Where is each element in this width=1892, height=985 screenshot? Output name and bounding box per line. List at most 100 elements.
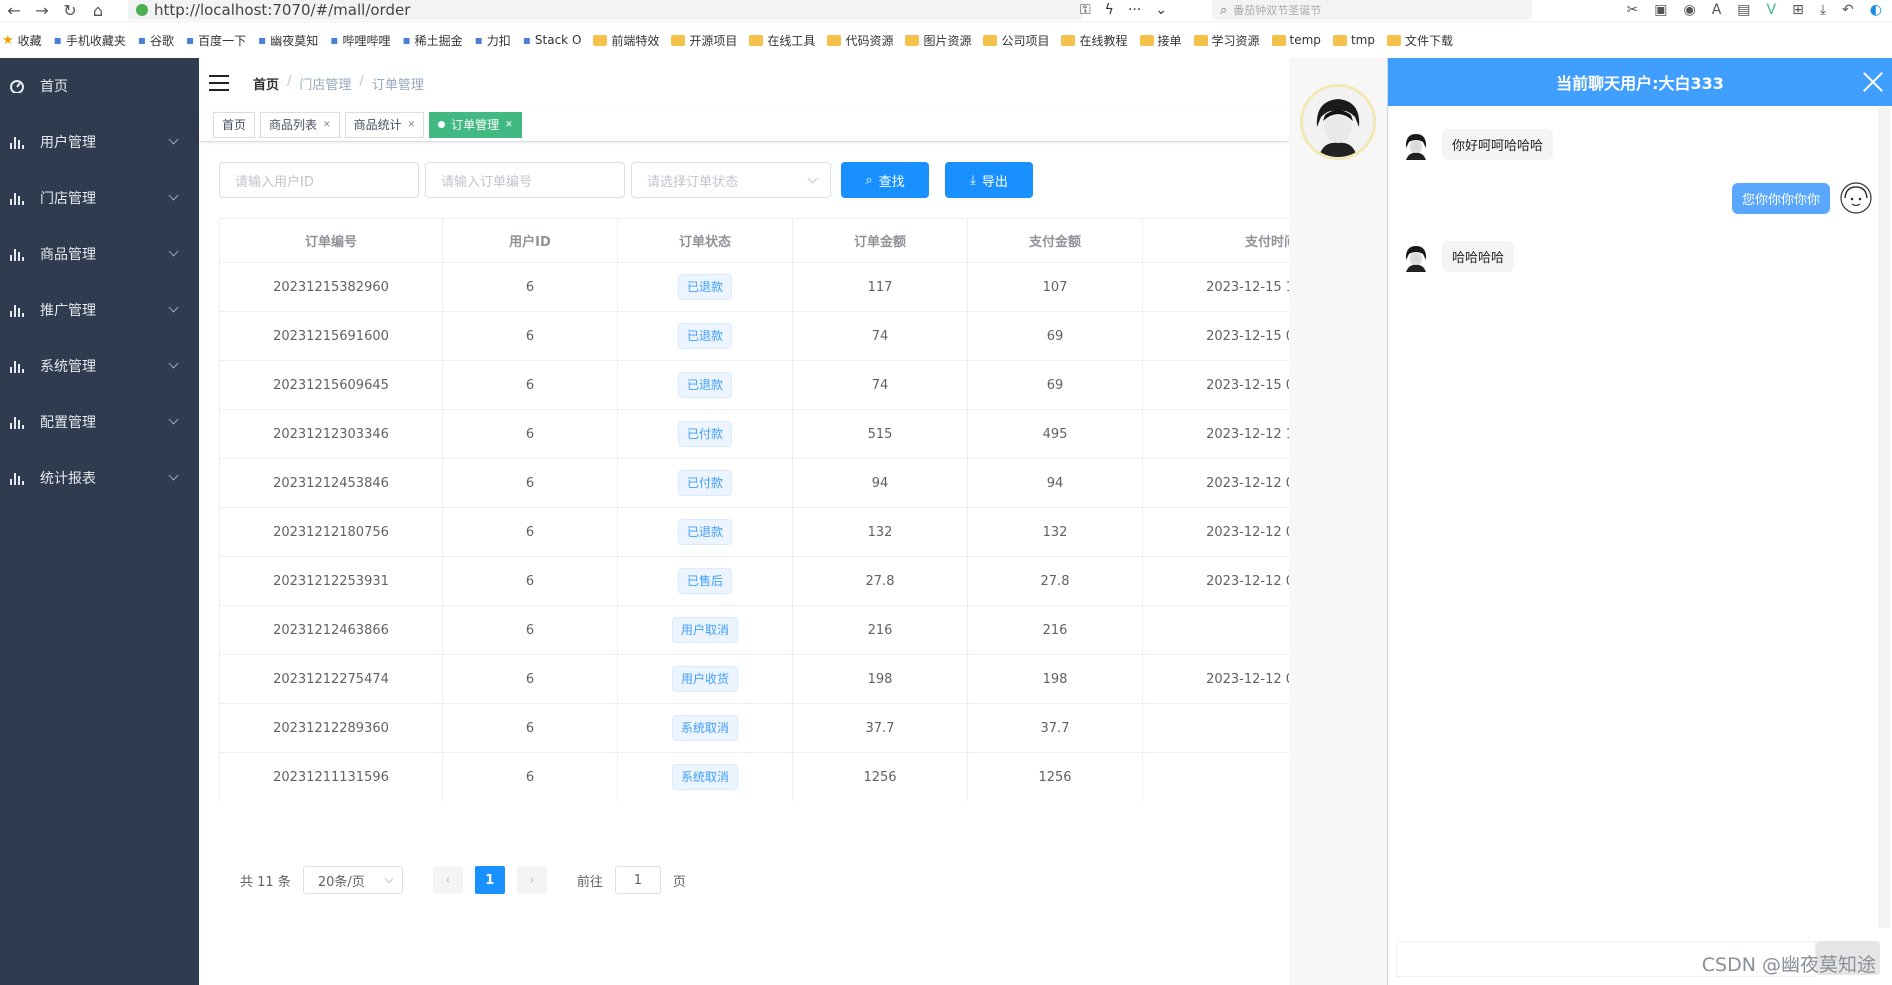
chevron-down-icon <box>168 358 179 369</box>
bookmark-item[interactable]: tmp <box>1332 33 1375 47</box>
order-table: 订单编号用户ID订单状态订单金额支付金额支付时间 202312153829606… <box>219 218 1289 801</box>
sidebar-item[interactable]: 商品管理 <box>0 226 199 282</box>
sidebar-item[interactable]: 配置管理 <box>0 394 199 450</box>
search-button-label: 查找 <box>878 174 905 190</box>
chevron-down-icon[interactable]: ⌄ <box>1155 2 1167 18</box>
table-cell: 系统取消 <box>617 703 793 753</box>
close-icon[interactable] <box>1862 71 1884 93</box>
folder-icon <box>1139 34 1154 46</box>
export-button[interactable]: ⤓ 导出 <box>945 162 1033 198</box>
table-row: 20231212289360 6 系统取消 37.7 37.7 <box>219 703 1289 753</box>
tag-item[interactable]: 商品列表 ✕ <box>260 111 340 138</box>
bookmark-item[interactable]: ▪ 幽夜莫知 <box>258 32 318 49</box>
goto-label: 前往 <box>576 874 603 890</box>
tag-item[interactable]: 首页 <box>213 111 256 138</box>
reload-icon[interactable]: ↻ <box>56 1 84 20</box>
bookmark-item[interactable]: ▪ 手机收藏夹 <box>54 32 126 49</box>
back-icon[interactable]: ← <box>0 1 28 20</box>
table-cell: 6 <box>442 262 618 312</box>
forward-icon[interactable]: → <box>28 1 56 20</box>
column-header: 用户ID <box>442 218 618 263</box>
close-icon[interactable]: ✕ <box>323 120 331 130</box>
extension-icon[interactable]: ▣ <box>1654 2 1667 18</box>
tag-label: 商品统计 <box>353 118 402 132</box>
bookmark-item[interactable]: temp <box>1271 33 1321 47</box>
goto-page-input[interactable]: 1 <box>614 866 661 894</box>
breadcrumb-item[interactable]: 首页 <box>253 74 279 93</box>
message-bubble: 哈哈哈哈 <box>1442 240 1515 272</box>
bookmark-label: 学习资源 <box>1211 33 1260 48</box>
sidebar-item[interactable]: 统计报表 <box>0 450 199 506</box>
extension-icon[interactable]: ◉ <box>1684 2 1696 18</box>
scissors-icon[interactable]: ✂ <box>1627 2 1639 18</box>
bar-chart-icon <box>10 135 24 149</box>
bookmark-item[interactable]: ★ 收藏 <box>2 32 42 49</box>
browser-search-input[interactable]: ⌕ 番茄钟双节圣诞节 <box>1212 0 1532 20</box>
tag-item[interactable]: 订单管理 ✕ <box>429 111 522 138</box>
search-button[interactable]: ⌕ 查找 <box>841 162 929 198</box>
sidebar-item[interactable]: 门店管理 <box>0 170 199 226</box>
vue-devtools-icon[interactable]: V <box>1767 2 1777 18</box>
extension-icon[interactable]: ▤ <box>1737 2 1750 18</box>
bookmark-label: 代码资源 <box>845 33 894 48</box>
prev-page-button[interactable]: ‹ <box>432 866 463 894</box>
bookmark-item[interactable]: 文件下载 <box>1386 32 1453 49</box>
bookmark-item[interactable]: 图片资源 <box>905 32 971 49</box>
order-no-input[interactable]: 请输入订单编号 <box>425 162 625 198</box>
user-id-input[interactable]: 请输入用户ID <box>219 162 419 198</box>
close-icon[interactable]: ✕ <box>505 120 513 130</box>
edge-icon[interactable]: ◐ <box>1870 2 1882 18</box>
bookmark-label: 在线教程 <box>1079 33 1128 48</box>
chevron-down-icon <box>168 414 179 425</box>
table-cell: 已退款 <box>617 507 793 557</box>
table-cell: 495 <box>967 409 1143 459</box>
address-bar[interactable]: http://localhost:7070/#/mall/order <box>128 0 1083 20</box>
hamburger-icon[interactable] <box>209 75 231 91</box>
bookmark-item[interactable]: ▪ 哔哩哔哩 <box>330 32 390 49</box>
chat-panel: 当前聊天用户:大白333 你好呵呵哈哈哈 您你你你你你 哈哈哈哈 <box>1387 58 1892 985</box>
order-status-select[interactable]: 请选择订单状态 <box>631 162 831 198</box>
lightning-icon[interactable]: ϟ <box>1105 2 1114 18</box>
bookmark-item[interactable]: 前端特效 <box>593 32 659 49</box>
chat-user-avatar[interactable] <box>1300 84 1376 160</box>
sidebar-item[interactable]: 用户管理 <box>0 114 199 170</box>
table-cell: 20231215609645 <box>219 360 443 410</box>
bookmark-item[interactable]: 公司项目 <box>983 32 1049 49</box>
bookmark-item[interactable]: 接单 <box>1139 32 1182 49</box>
translate-icon[interactable]: A <box>1712 2 1722 18</box>
undo-icon[interactable]: ↶ <box>1842 2 1854 18</box>
bookmark-item[interactable]: 开源项目 <box>671 32 737 49</box>
table-header: 订单编号用户ID订单状态订单金额支付金额支付时间 <box>219 218 1289 263</box>
home-icon[interactable]: ⌂ <box>84 1 112 20</box>
sidebar-item[interactable]: 推广管理 <box>0 282 199 338</box>
sidebar-item[interactable]: 首页 <box>0 58 199 114</box>
page-size-select[interactable]: 20条/页 <box>302 866 403 894</box>
tags-view: 首页 商品列表 ✕ 商品统计 ✕ 订单管理 ✕ <box>199 108 1289 142</box>
tag-item[interactable]: 商品统计 ✕ <box>344 111 425 138</box>
next-page-button[interactable]: › <box>516 866 547 894</box>
key-icon[interactable]: ⚿ <box>1080 2 1091 18</box>
bookmark-item[interactable]: 代码资源 <box>827 32 893 49</box>
bookmark-item[interactable]: ▪ 百度一下 <box>186 32 246 49</box>
more-icon[interactable]: ··· <box>1128 2 1141 18</box>
bookmark-item[interactable]: ▪ Stack O <box>523 33 582 47</box>
bookmark-item[interactable]: 在线工具 <box>749 32 815 49</box>
page-number-button[interactable]: 1 <box>474 866 505 894</box>
bookmark-item[interactable]: ▪ 谷歌 <box>138 32 174 49</box>
avatar <box>1400 128 1432 160</box>
bookmark-item[interactable]: 学习资源 <box>1193 32 1260 49</box>
apps-icon[interactable]: ⊞ <box>1792 2 1804 18</box>
table-cell: 2023-12-12 04:11:1 <box>1142 654 1289 704</box>
bookmark-item[interactable]: ▪ 力扣 <box>475 32 511 49</box>
table-cell: 6 <box>442 556 618 606</box>
table-cell <box>1142 752 1289 801</box>
close-icon[interactable]: ✕ <box>408 120 416 130</box>
bookmark-item[interactable]: 在线教程 <box>1061 32 1128 49</box>
table-cell: 216 <box>792 605 968 655</box>
chat-scrollbar[interactable] <box>1878 108 1890 928</box>
bookmark-item[interactable]: ▪ 稀土掘金 <box>402 32 462 49</box>
sidebar-item[interactable]: 系统管理 <box>0 338 199 394</box>
download-icon[interactable]: ⤓ <box>1820 2 1826 18</box>
column-header: 订单编号 <box>219 218 443 263</box>
table-cell: 69 <box>967 311 1143 361</box>
